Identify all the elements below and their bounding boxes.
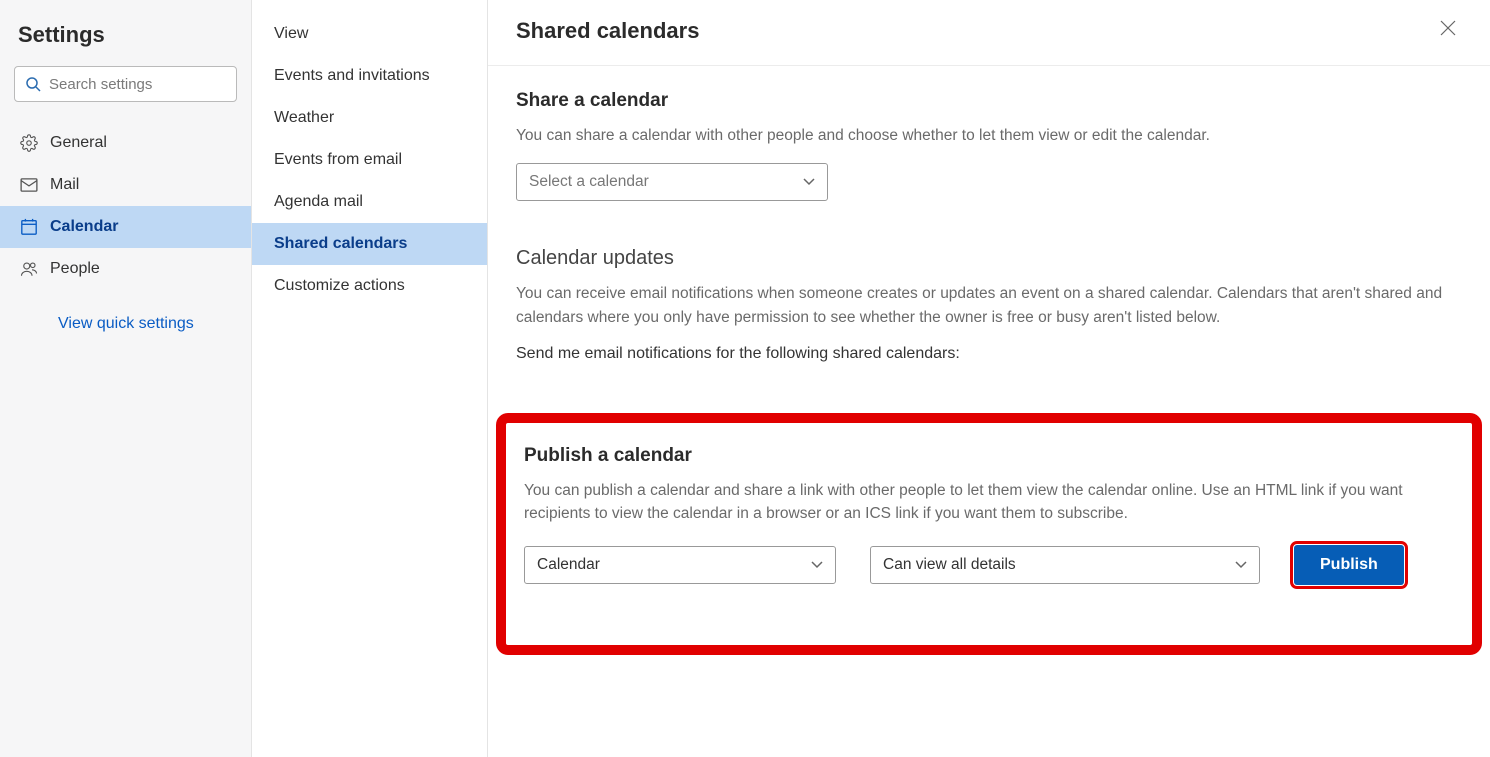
- nav-label: Mail: [50, 176, 79, 194]
- publish-calendar-select[interactable]: Calendar: [524, 546, 836, 584]
- settings-title: Settings: [0, 10, 251, 66]
- publish-button[interactable]: Publish: [1294, 545, 1404, 585]
- search-container: [0, 66, 251, 116]
- share-description: You can share a calendar with other peop…: [516, 124, 1462, 147]
- page-header: Shared calendars: [488, 0, 1490, 66]
- chevron-down-icon: [1235, 561, 1247, 569]
- chevron-down-icon: [811, 561, 823, 569]
- subnav-view[interactable]: View: [252, 13, 487, 55]
- publish-permission-select[interactable]: Can view all details: [870, 546, 1260, 584]
- chevron-down-icon: [803, 178, 815, 186]
- nav-mail[interactable]: Mail: [0, 164, 251, 206]
- subnav-events-invitations[interactable]: Events and invitations: [252, 55, 487, 97]
- nav-general[interactable]: General: [0, 122, 251, 164]
- nav-calendar[interactable]: Calendar: [0, 206, 251, 248]
- mail-icon: [20, 178, 50, 192]
- nav-people[interactable]: People: [0, 248, 251, 290]
- publish-highlight: Publish a calendar You can publish a cal…: [496, 413, 1482, 656]
- updates-section: Calendar updates You can receive email n…: [488, 211, 1490, 373]
- share-section: Share a calendar You can share a calenda…: [488, 66, 1490, 211]
- subnav-agenda-mail[interactable]: Agenda mail: [252, 181, 487, 223]
- updates-heading: Calendar updates: [516, 247, 1462, 270]
- search-icon: [25, 76, 41, 92]
- select-value: Can view all details: [883, 556, 1016, 574]
- search-input[interactable]: [49, 76, 226, 93]
- people-icon: [20, 260, 50, 278]
- nav-label: General: [50, 134, 107, 152]
- updates-description: You can receive email notifications when…: [516, 282, 1462, 329]
- nav-label: People: [50, 260, 100, 278]
- publish-heading: Publish a calendar: [524, 445, 1454, 467]
- subnav-shared-calendars[interactable]: Shared calendars: [252, 223, 487, 265]
- nav-list: General Mail Calendar People: [0, 122, 251, 290]
- updates-instruction: Send me email notifications for the foll…: [516, 345, 1462, 363]
- search-box[interactable]: [14, 66, 237, 102]
- select-value: Calendar: [537, 556, 600, 574]
- page-title: Shared calendars: [516, 18, 699, 44]
- subnav-events-from-email[interactable]: Events from email: [252, 139, 487, 181]
- share-heading: Share a calendar: [516, 90, 1462, 112]
- close-icon: [1440, 20, 1456, 40]
- publish-controls: Calendar Can view all details Publish: [524, 545, 1454, 585]
- select-placeholder: Select a calendar: [529, 173, 649, 191]
- nav-label: Calendar: [50, 218, 118, 236]
- gear-icon: [20, 134, 50, 152]
- close-button[interactable]: [1434, 14, 1462, 47]
- subnav-customize-actions[interactable]: Customize actions: [252, 265, 487, 307]
- subnav-weather[interactable]: Weather: [252, 97, 487, 139]
- calendar-icon: [20, 218, 50, 236]
- calendar-subnav: View Events and invitations Weather Even…: [252, 0, 488, 757]
- content-pane: Shared calendars Share a calendar You ca…: [488, 0, 1490, 757]
- share-calendar-select[interactable]: Select a calendar: [516, 163, 828, 201]
- settings-sidebar: Settings General Mail: [0, 0, 252, 757]
- publish-description: You can publish a calendar and share a l…: [524, 479, 1454, 526]
- view-quick-settings-link[interactable]: View quick settings: [0, 290, 251, 333]
